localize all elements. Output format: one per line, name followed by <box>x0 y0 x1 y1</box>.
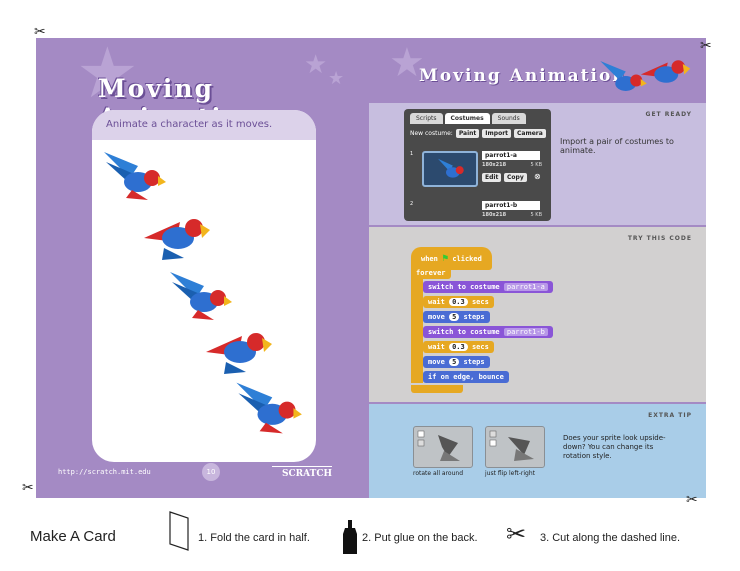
rotate-all-around-preview <box>413 426 473 468</box>
costumes-pane: Scripts Costumes Sounds New costume: Pai… <box>404 109 551 221</box>
try-code-section: TRY THIS CODE when ⚑ clicked forever swi… <box>369 227 706 402</box>
page-number: 10 <box>202 463 220 481</box>
parrot-icon <box>104 152 166 200</box>
costume-dims-text: 180x218 <box>482 212 507 218</box>
scissors-icon: ✂ <box>34 24 46 40</box>
glue-bottle-icon <box>343 520 357 554</box>
new-costume-label: New costume: <box>410 130 453 137</box>
paint-button[interactable]: Paint <box>455 129 480 138</box>
card-instructions: Make A Card 1. Fold the card in half. 2.… <box>0 511 740 558</box>
flip-left-right-preview <box>485 426 545 468</box>
wait-input[interactable]: 0.3 <box>449 298 468 306</box>
glue-step: 2. Put glue on the back. <box>362 532 478 544</box>
steps-label: steps <box>463 358 485 366</box>
editor-tabs: Scripts Costumes Sounds <box>410 113 526 124</box>
parrot-icon <box>206 333 272 374</box>
scissors-icon: ✂ <box>22 480 34 496</box>
section-label: GET READY <box>645 111 692 118</box>
parrot-silhouette-icon <box>489 430 534 461</box>
section-label: EXTRA TIP <box>648 412 692 419</box>
steps-input[interactable]: 5 <box>449 313 460 321</box>
forever-block-arm <box>411 267 423 383</box>
flip-caption: just flip left-right <box>485 470 535 477</box>
move-block[interactable]: move 5 steps <box>423 311 490 323</box>
parrot-icon <box>144 219 210 260</box>
switch-label: switch to costume <box>428 328 500 336</box>
animation-panel: Animate a character as it moves. <box>92 110 316 462</box>
scissors-icon: ✂ <box>700 38 712 54</box>
steps-label: steps <box>463 313 485 321</box>
tab-scripts[interactable]: Scripts <box>410 113 443 124</box>
tab-costumes[interactable]: Costumes <box>444 113 490 124</box>
costume-item[interactable]: 1 parrot1-a 180x218 5 KB Edit Copy ⊗ <box>410 149 545 189</box>
wait-input[interactable]: 0.3 <box>449 343 468 351</box>
extra-tip-text: Does your sprite look upside-down? You c… <box>563 434 666 460</box>
section-label: TRY THIS CODE <box>627 235 692 242</box>
cut-step: 3. Cut along the dashed line. <box>540 532 681 544</box>
scissors-icon: ✂ <box>506 520 527 548</box>
switch-costume-block[interactable]: switch to costume parrot1-a <box>423 281 553 293</box>
extra-tip-section: EXTRA TIP rotate all around just flip le… <box>369 404 706 498</box>
import-button[interactable]: Import <box>482 129 512 138</box>
costume-name-field[interactable]: parrot1-a <box>482 151 540 160</box>
costume-name-field[interactable]: parrot1-b <box>482 201 540 210</box>
costume-dropdown[interactable]: parrot1-a <box>503 283 548 291</box>
get-ready-text: Import a pair of costumes to animate. <box>560 137 674 155</box>
parrot-icon <box>236 382 302 434</box>
costume-size: 5 KB <box>530 162 542 168</box>
clicked-label: clicked <box>452 255 482 263</box>
costume-dims-text: 180x218 <box>482 162 507 168</box>
make-card-title: Make A Card <box>30 528 116 545</box>
rotate-caption: rotate all around <box>413 470 464 477</box>
costume-dims: 180x218 5 KB <box>482 162 542 168</box>
secs-label: secs <box>471 343 489 351</box>
folded-card-icon <box>169 511 189 551</box>
costume-index: 1 <box>410 151 414 157</box>
wait-block[interactable]: wait 0.3 secs <box>423 341 494 353</box>
camera-button[interactable]: Camera <box>514 129 546 138</box>
forever-block[interactable]: forever <box>411 267 451 279</box>
scissors-icon: ✂ <box>686 492 698 508</box>
switch-costume-block[interactable]: switch to costume parrot1-b <box>423 326 553 338</box>
right-page: ★ Moving Animation GET READY Scripts Cos… <box>369 38 706 498</box>
costume-item[interactable]: 2 parrot1-b 180x218 5 KB <box>410 199 545 221</box>
get-ready-section: GET READY Scripts Costumes Sounds New co… <box>369 103 706 225</box>
wait-block[interactable]: wait 0.3 secs <box>423 296 494 308</box>
tab-sounds[interactable]: Sounds <box>491 113 526 124</box>
move-label: move <box>428 358 445 366</box>
costume-index: 2 <box>410 201 414 207</box>
footer-logo: SCRATCH <box>272 466 332 479</box>
costume-dims: 180x218 5 KB <box>482 212 542 218</box>
parrot-icon <box>438 158 464 178</box>
costume-size: 5 KB <box>530 212 542 218</box>
forever-block-end <box>411 385 463 393</box>
switch-label: switch to costume <box>428 283 500 291</box>
wait-label: wait <box>428 298 445 306</box>
left-page: ★ ★ ★ Moving Animation Animate a charact… <box>36 38 369 498</box>
when-label: when <box>421 255 438 263</box>
footer-url: http://scratch.mit.edu <box>58 468 151 476</box>
steps-input[interactable]: 5 <box>449 358 460 366</box>
new-costume-bar: New costume: Paint Import Camera <box>410 129 546 138</box>
fold-step: 1. Fold the card in half. <box>198 532 310 544</box>
move-block[interactable]: move 5 steps <box>423 356 490 368</box>
wait-label: wait <box>428 343 445 351</box>
move-label: move <box>428 313 445 321</box>
parrot-icon <box>170 272 232 320</box>
delete-icon[interactable]: ⊗ <box>534 172 541 181</box>
copy-button[interactable]: Copy <box>504 173 527 182</box>
upside-down-parrot-icon <box>417 430 460 461</box>
bounce-block[interactable]: if on edge, bounce <box>423 371 509 383</box>
green-flag-icon: ⚑ <box>442 253 449 264</box>
panel-caption: Animate a character as it moves. <box>92 110 316 140</box>
costume-thumbnail <box>422 151 478 187</box>
costume-dropdown[interactable]: parrot1-b <box>503 328 548 336</box>
secs-label: secs <box>471 298 489 306</box>
edit-button[interactable]: Edit <box>482 173 502 182</box>
parrot-icon <box>640 60 691 83</box>
